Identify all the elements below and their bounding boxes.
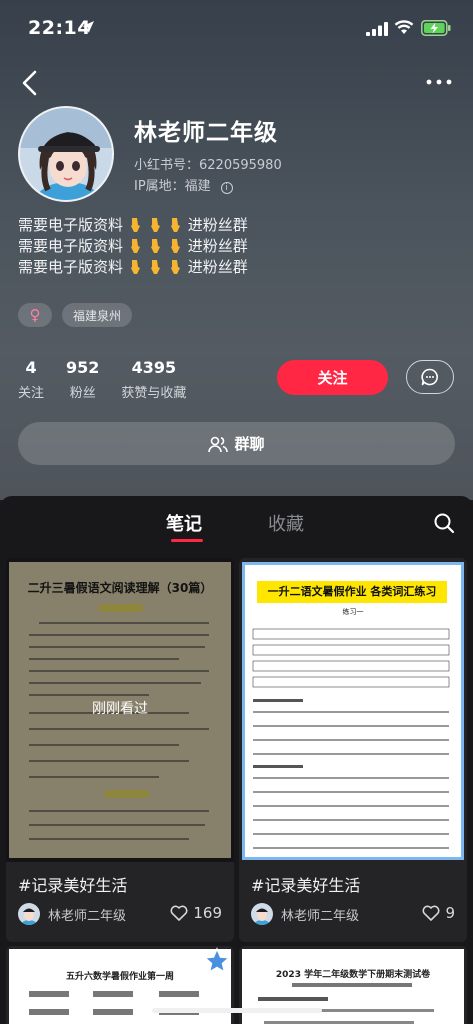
group-chat-button[interactable]: 群聊 [18, 422, 455, 465]
active-tab-indicator [171, 539, 203, 542]
note-author[interactable]: 林老师二年级 [18, 903, 126, 925]
pointing-down-emoji-icon [170, 239, 180, 253]
group-chat-label: 群聊 [234, 435, 265, 453]
stat-followers-label: 粉丝 [69, 386, 96, 401]
author-name: 林老师二年级 [281, 908, 360, 924]
bio-line: 需要电子版资料 进粉丝群 [18, 236, 248, 257]
author-avatar [18, 903, 40, 925]
stat-following[interactable]: 4 关注 [18, 358, 44, 401]
group-users-icon [208, 436, 229, 452]
info-icon[interactable]: i [220, 182, 233, 194]
ip-location-text: IP属地：福建 [134, 179, 211, 194]
bio-text: 需要电子版资料 [18, 237, 124, 255]
battery-charging-icon [421, 20, 451, 36]
bio-line: 需要电子版资料 进粉丝群 [18, 215, 248, 236]
stat-following-label: 关注 [18, 386, 45, 401]
search-icon[interactable] [433, 512, 455, 534]
profile-xhs-id[interactable]: 小红书号：6220595980 [134, 154, 282, 173]
note-title: #记录美好生活 [251, 876, 361, 895]
heart-icon [170, 905, 188, 921]
heart-icon [422, 905, 440, 921]
author-name: 林老师二年级 [48, 908, 127, 924]
region-tag: 福建泉州 [62, 303, 133, 327]
note-thumbnail: 一升二语文暑假作业 各类词汇练习 练习一 [239, 558, 467, 862]
wifi-icon [394, 20, 414, 34]
follow-button[interactable]: 关注 [277, 360, 388, 395]
stat-likes-collects-count: 4395 [131, 358, 177, 377]
recently-viewed-label: 刚刚看过 [92, 701, 148, 717]
bio-suffix: 进粉丝群 [187, 258, 248, 276]
bio-text: 需要电子版资料 [18, 258, 124, 276]
pointing-down-emoji-icon [150, 218, 160, 232]
pointing-down-emoji-icon [170, 260, 180, 274]
profile-stats: 4 关注 952 粉丝 4395 获赞与收藏 [18, 358, 186, 401]
pointing-down-emoji-icon [150, 260, 160, 274]
like-count-value: 9 [445, 904, 455, 922]
bio-text: 需要电子版资料 [18, 216, 124, 234]
stat-likes-collects-label: 获赞与收藏 [121, 386, 187, 401]
worksheet-grid [252, 628, 450, 849]
home-indicator[interactable] [152, 1008, 322, 1013]
pointing-down-emoji-icon [130, 260, 140, 274]
pointing-down-emoji-icon [150, 239, 160, 253]
bio-suffix: 进粉丝群 [187, 237, 248, 255]
stat-following-count: 4 [25, 358, 37, 377]
avatar-illustration [20, 108, 112, 200]
profile-tags: ♀ 福建泉州 [18, 303, 133, 327]
chat-bubble-icon [421, 368, 438, 386]
like-count[interactable]: 169 [170, 904, 222, 922]
status-bar: 22:14 [0, 0, 473, 58]
tab-collections[interactable]: 收藏 [268, 510, 304, 536]
note-card[interactable]: 二升三暑假语文阅读理解（30篇） 刚刚看过 #记录美好生活 林老师二年级 169 [6, 558, 234, 942]
author-avatar [251, 903, 273, 925]
profile-ip-location: IP属地：福建 i [134, 175, 233, 194]
stat-followers-count: 952 [66, 358, 100, 377]
like-count[interactable]: 9 [422, 904, 455, 922]
notes-panel: 笔记 收藏 二升三暑假语文阅读理解（30篇） 刚刚看过 #记录美好生活 林老师二… [0, 496, 473, 1024]
note-title: #记录美好生活 [18, 876, 128, 895]
cellular-signal-icon [366, 22, 388, 36]
stat-likes-collects[interactable]: 4395 获赞与收藏 [121, 358, 186, 401]
more-options-icon[interactable] [425, 72, 453, 92]
tab-notes[interactable]: 笔记 [166, 510, 202, 536]
recently-viewed-overlay: 刚刚看过 [6, 558, 234, 862]
note-thumbnail: 二升三暑假语文阅读理解（30篇） 刚刚看过 [6, 558, 234, 862]
profile-avatar[interactable] [18, 106, 114, 202]
star-sticker-icon [203, 947, 231, 974]
profile-nickname: 林老师二年级 [134, 120, 278, 146]
pointing-down-emoji-icon [170, 218, 180, 232]
gender-female-tag: ♀ [18, 303, 52, 327]
like-count-value: 169 [193, 904, 222, 922]
back-chevron-icon[interactable] [18, 68, 42, 98]
stat-followers[interactable]: 952 粉丝 [66, 358, 99, 401]
pointing-down-emoji-icon [130, 218, 140, 232]
pointing-down-emoji-icon [130, 239, 140, 253]
content-tabs: 笔记 收藏 [0, 496, 473, 554]
message-button[interactable] [406, 360, 454, 394]
worksheet-image: 一升二语文暑假作业 各类词汇练习 练习一 [242, 562, 464, 860]
location-arrow-icon [82, 21, 94, 33]
note-author[interactable]: 林老师二年级 [251, 903, 359, 925]
profile-bio: 需要电子版资料 进粉丝群 需要电子版资料 进粉丝群 需要电子版资料 进粉丝群 [18, 215, 248, 278]
note-card[interactable]: 一升二语文暑假作业 各类词汇练习 练习一 #记录美好生活 林老师二年级 9 [239, 558, 467, 942]
bio-suffix: 进粉丝群 [187, 216, 248, 234]
bio-line: 需要电子版资料 进粉丝群 [18, 257, 248, 278]
